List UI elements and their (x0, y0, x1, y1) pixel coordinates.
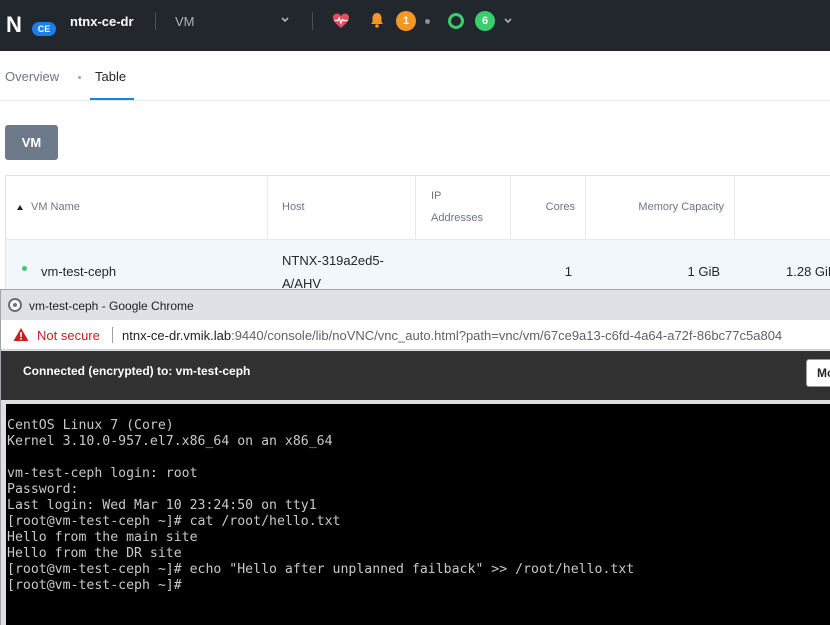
tasks-count-badge[interactable]: 6 (475, 11, 495, 31)
column-header-label: Host (282, 201, 305, 213)
sort-ascending-icon (17, 205, 23, 210)
alerts-bell-icon[interactable] (368, 11, 386, 29)
divider (312, 12, 313, 30)
vm-table: VM Name Host IP Addresses Cores Memory C… (5, 175, 830, 299)
entity-selector-dropdown[interactable]: VM (170, 12, 295, 32)
address-separator (112, 327, 113, 343)
memory-capacity-cell: 1 GiB (687, 264, 720, 279)
column-header-host[interactable]: Host (268, 176, 416, 239)
separator-dot (425, 19, 430, 24)
column-header-label: Addresses (431, 212, 483, 224)
entity-selector-label: VM (175, 14, 195, 29)
column-header-cores[interactable]: Cores (511, 176, 586, 239)
active-tab-indicator (90, 98, 134, 100)
next-column-cell: 1.28 GiB (786, 264, 830, 279)
column-header-vm-name[interactable]: VM Name (6, 176, 268, 239)
health-heart-icon[interactable] (332, 12, 350, 30)
console-output: CentOS Linux 7 (Core) Kernel 3.10.0-957.… (7, 418, 635, 593)
column-header-label: IP (431, 190, 442, 202)
column-header-label: Cores (545, 201, 575, 213)
chevron-down-icon (281, 17, 289, 23)
tasks-ring-icon[interactable] (448, 13, 464, 29)
chrome-console-window: vm-test-ceph - Google Chrome Not secure … (0, 289, 830, 625)
address-bar[interactable]: Not secure ntnx-ce-dr.vmik.lab:9440/cons… (1, 320, 830, 350)
vnc-console-screen[interactable]: CentOS Linux 7 (Core) Kernel 3.10.0-957.… (6, 404, 830, 625)
top-navigation-bar: N CE ntnx-ce-dr VM 1 6 (0, 0, 830, 51)
host-cell-line1: NTNX-319a2ed5- (282, 253, 384, 268)
url-host: ntnx-ce-dr.vmik.lab (122, 328, 232, 343)
connection-status: Connected (encrypted) to: vm-test-ceph (23, 364, 251, 378)
logo-ce-badge: CE (32, 22, 56, 36)
vm-name-cell[interactable]: vm-test-ceph (41, 264, 116, 279)
power-on-status-dot (22, 266, 27, 271)
window-title: vm-test-ceph - Google Chrome (29, 299, 194, 313)
warning-triangle-icon[interactable] (13, 327, 29, 342)
novnc-more-button[interactable]: More (806, 359, 830, 387)
tab-overview[interactable]: Overview (5, 69, 59, 84)
cores-cell: 1 (564, 264, 572, 279)
view-tabs: Overview Table (0, 51, 830, 101)
logo-letter: N (6, 12, 22, 37)
chrome-title-bar[interactable]: vm-test-ceph - Google Chrome (1, 290, 830, 320)
chrome-icon (8, 298, 22, 312)
column-header-ip-addresses[interactable]: IP Addresses (416, 176, 511, 239)
column-header-memory-capacity[interactable]: Memory Capacity (586, 176, 735, 239)
nutanix-ce-logo[interactable]: N CE (6, 12, 56, 38)
url-path: :9440/console/lib/noVNC/vnc_auto.html?pa… (231, 328, 783, 343)
not-secure-label[interactable]: Not secure (37, 328, 100, 343)
alerts-count-badge[interactable]: 1 (396, 11, 416, 31)
tab-separator-dot (78, 76, 81, 79)
cluster-name[interactable]: ntnx-ce-dr (70, 14, 134, 29)
vm-type-button[interactable]: VM (5, 125, 58, 160)
chevron-down-icon[interactable] (503, 16, 513, 26)
column-header-label: Memory Capacity (638, 201, 724, 213)
tab-table[interactable]: Table (95, 69, 126, 84)
divider (155, 12, 156, 30)
console-frame: CentOS Linux 7 (Core) Kernel 3.10.0-957.… (1, 400, 830, 625)
url-text[interactable]: ntnx-ce-dr.vmik.lab:9440/console/lib/noV… (122, 328, 782, 343)
column-header-label: VM Name (31, 201, 80, 213)
novnc-control-bar: Connected (encrypted) to: vm-test-ceph M… (1, 351, 830, 400)
